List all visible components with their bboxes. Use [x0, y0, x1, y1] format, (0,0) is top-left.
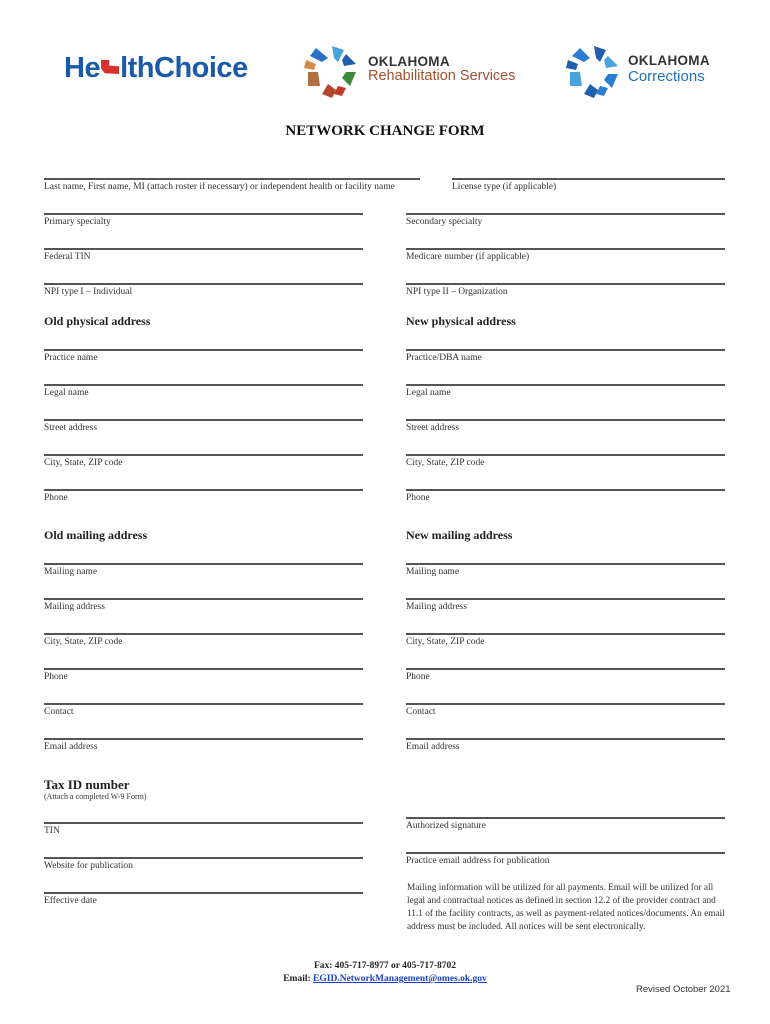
corrections-logo-bottom: Corrections [628, 68, 705, 86]
field-label: Practice/DBA name [406, 353, 482, 363]
new-mailing-city-state-zip-field[interactable]: City, State, ZIP code [406, 633, 725, 647]
tax-id-heading: Tax ID number [44, 777, 130, 792]
name-field-label: Last name, First name, MI (attach roster… [44, 182, 395, 192]
new-email-address-field[interactable]: Email address [406, 738, 725, 752]
field-label: Federal TIN [44, 252, 91, 262]
field-label: Website for publication [44, 861, 133, 871]
npi-type2-field[interactable]: NPI type II – Organization [406, 283, 725, 297]
npi-type1-field[interactable]: NPI type I – Individual [44, 283, 363, 297]
field-label: Phone [406, 493, 430, 503]
field-label: Phone [44, 672, 68, 682]
email-link[interactable]: EGID.NetworkManagement@omes.ok.gov [313, 974, 487, 984]
field-label: Primary specialty [44, 217, 111, 227]
new-mailing-address-field[interactable]: Mailing address [406, 598, 725, 612]
field-label: Authorized signature [406, 821, 486, 831]
old-mailing-name-field[interactable]: Mailing name [44, 563, 363, 577]
corrections-logo-top: OKLAHOMA [628, 53, 710, 69]
field-label: Secondary specialty [406, 217, 483, 227]
new-physical-address-heading: New physical address [406, 314, 516, 328]
old-street-address-field[interactable]: Street address [44, 419, 363, 433]
rehabilitation-services-logo: OKLAHOMA Rehabilitation Services [302, 42, 516, 98]
old-mailing-city-state-zip-field[interactable]: City, State, ZIP code [44, 633, 363, 647]
rehab-logo-top: OKLAHOMA [368, 53, 450, 69]
field-label: Legal name [44, 388, 89, 398]
field-label: NPI type I – Individual [44, 287, 133, 297]
name-field[interactable]: Last name, First name, MI (attach roster… [44, 178, 420, 192]
new-phone-field[interactable]: Phone [406, 489, 725, 503]
field-label: Street address [406, 423, 460, 433]
field-label: Phone [44, 493, 68, 503]
new-mailing-phone-field[interactable]: Phone [406, 668, 725, 682]
license-field[interactable]: License type (if applicable) [452, 178, 725, 192]
field-label: Medicare number (if applicable) [406, 252, 530, 262]
logo-text-part: lthChoice [120, 52, 248, 84]
field-label: Mailing address [406, 602, 467, 612]
field-label: Contact [44, 707, 74, 717]
field-label: City, State, ZIP code [406, 458, 485, 468]
oklahoma-shape-icon [101, 60, 120, 74]
rehab-logo-bottom: Rehabilitation Services [368, 68, 516, 85]
old-mailing-address-heading: Old mailing address [44, 528, 148, 542]
old-legal-name-field[interactable]: Legal name [44, 384, 363, 398]
logo-text-part: He [64, 52, 101, 84]
old-practice-name-field[interactable]: Practice name [44, 349, 363, 363]
website-field[interactable]: Website for publication [44, 857, 363, 871]
corrections-logo: OKLAHOMA Corrections [566, 42, 710, 98]
primary-specialty-field[interactable]: Primary specialty [44, 213, 363, 227]
rehab-star-icon [304, 46, 356, 98]
fax-line: Fax: 405-717-8977 or 405-717-8702 [313, 961, 457, 971]
old-contact-field[interactable]: Contact [44, 703, 363, 717]
new-mailing-name-field[interactable]: Mailing name [406, 563, 725, 577]
field-label: TIN [44, 826, 60, 836]
old-email-address-field[interactable]: Email address [44, 738, 363, 752]
field-label: NPI type II – Organization [406, 287, 508, 297]
old-mailing-phone-field[interactable]: Phone [44, 668, 363, 682]
field-label: Phone [406, 672, 430, 682]
field-label: Contact [406, 707, 436, 717]
new-city-state-zip-field[interactable]: City, State, ZIP code [406, 454, 725, 468]
authorized-signature-field[interactable]: Authorized signature [406, 817, 725, 831]
old-physical-address-heading: Old physical address [44, 314, 151, 328]
federal-tin-field[interactable]: Federal TIN [44, 248, 363, 262]
field-label: Effective date [44, 896, 97, 906]
field-label: Street address [44, 423, 98, 433]
email-label: Email: [283, 974, 314, 984]
new-mailing-address-heading: New mailing address [406, 528, 513, 542]
tin-field[interactable]: TIN [44, 822, 363, 836]
field-label: Email address [44, 742, 98, 752]
field-label: Practice name [44, 353, 98, 363]
secondary-specialty-field[interactable]: Secondary specialty [406, 213, 725, 227]
healthchoice-logo: He lthChoice [64, 52, 248, 85]
field-label: Email address [406, 742, 460, 752]
old-mailing-address-field[interactable]: Mailing address [44, 598, 363, 612]
field-label: Mailing address [44, 602, 105, 612]
license-field-label: License type (if applicable) [452, 182, 557, 192]
field-label: City, State, ZIP code [44, 637, 123, 647]
field-label: Practice email address for publication [406, 856, 550, 866]
old-city-state-zip-field[interactable]: City, State, ZIP code [44, 454, 363, 468]
w9-note: (Attach a completed W-9 Form) [44, 792, 147, 801]
old-phone-field[interactable]: Phone [44, 489, 363, 503]
medicare-number-field[interactable]: Medicare number (if applicable) [406, 248, 725, 262]
corrections-star-icon [566, 46, 618, 98]
field-label: Mailing name [44, 567, 98, 577]
form-title: NETWORK CHANGE FORM [285, 123, 485, 139]
field-label: Legal name [406, 388, 451, 398]
field-label: City, State, ZIP code [406, 637, 485, 647]
effective-date-field[interactable]: Effective date [44, 892, 363, 906]
new-street-address-field[interactable]: Street address [406, 419, 725, 433]
new-practice-dba-name-field[interactable]: Practice/DBA name [406, 349, 725, 363]
practice-email-field[interactable]: Practice email address for publication [406, 852, 725, 866]
new-legal-name-field[interactable]: Legal name [406, 384, 725, 398]
new-contact-field[interactable]: Contact [406, 703, 725, 717]
mailing-notice: Mailing information will be utilized for… [407, 883, 725, 932]
revised-date: Revised October 2021 [636, 984, 731, 995]
field-label: Mailing name [406, 567, 460, 577]
field-label: City, State, ZIP code [44, 458, 123, 468]
